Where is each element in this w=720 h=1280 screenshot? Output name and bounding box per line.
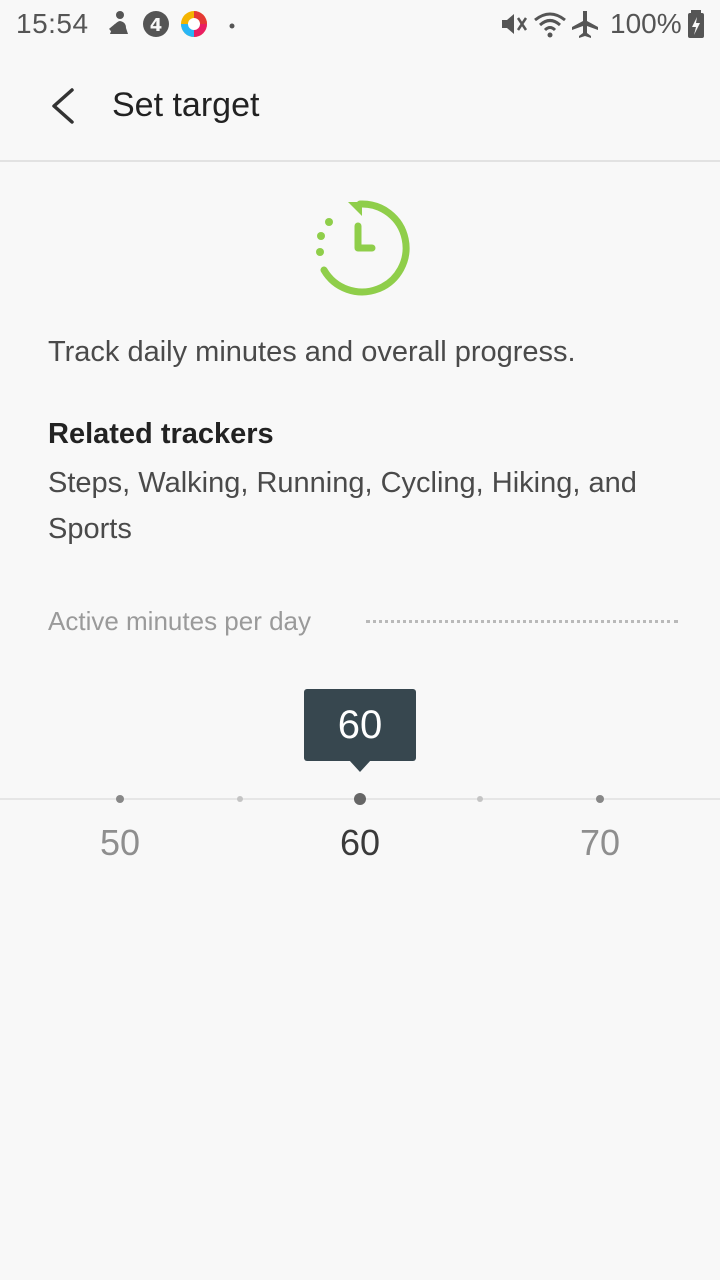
selected-value-bubble: 60 [304, 689, 416, 761]
scale-tick-50[interactable] [116, 795, 124, 803]
dotted-divider [366, 620, 678, 623]
battery-percentage: 100% [610, 8, 682, 39]
back-arrow-icon [52, 88, 74, 124]
notification-4-icon: 4 [143, 11, 169, 37]
battery-charging-icon [688, 10, 704, 38]
selected-value-bubble-pointer [349, 760, 371, 772]
airplane-mode-icon [572, 11, 598, 38]
svg-text:4: 4 [150, 15, 163, 36]
related-trackers-title: Related trackers [48, 418, 274, 450]
related-trackers-list: Steps, Walking, Running, Cycling, Hiking… [48, 467, 637, 545]
scale-tick-65[interactable] [477, 796, 483, 802]
page-title: Set target [112, 86, 260, 124]
more-dot-icon [229, 23, 235, 29]
back-button[interactable] [32, 78, 92, 134]
scale-tick-60-selected[interactable] [354, 793, 366, 805]
vibrate-mute-icon [502, 14, 528, 34]
colorful-app-icon [181, 11, 207, 37]
active-minutes-label: Active minutes per day [48, 606, 312, 636]
status-bar: 15:54 4 100% [0, 0, 720, 50]
pilates-app-icon [109, 11, 128, 34]
scale-tick-70[interactable] [596, 795, 604, 803]
active-time-timer-icon [316, 200, 410, 296]
wifi-icon [534, 12, 566, 38]
scale-label-70[interactable]: 70 [560, 822, 640, 864]
scale-label-50[interactable]: 50 [80, 822, 160, 864]
scale-tick-55[interactable] [237, 796, 243, 802]
app-bar: Set target [0, 50, 720, 162]
scale-label-60[interactable]: 60 [320, 822, 400, 864]
status-time: 15:54 [16, 8, 89, 39]
description-text: Track daily minutes and overall progress… [48, 336, 576, 368]
